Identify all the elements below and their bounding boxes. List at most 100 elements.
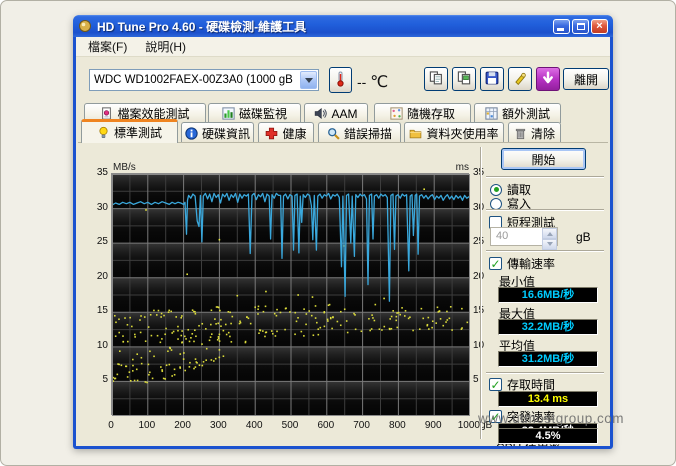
desktop-background: HD Tune Pro 4.60 - 硬碟檢測-維護工具 × 檔案(F) 說明(H… xyxy=(0,0,676,466)
titlebar[interactable]: HD Tune Pro 4.60 - 硬碟檢測-維護工具 × xyxy=(73,15,613,37)
watermark-text: www.utmostgroup.com xyxy=(478,411,624,426)
error-scan-icon xyxy=(327,127,340,140)
x-axis-tick: 900 xyxy=(413,420,453,431)
x-axis-tick: 500 xyxy=(270,420,310,431)
minimize-button[interactable] xyxy=(553,19,570,34)
menu-help[interactable]: 說明(H) xyxy=(139,37,192,56)
tab-random-access[interactable]: 隨機存取 xyxy=(374,103,471,123)
copy-image-icon xyxy=(457,71,471,88)
options-button[interactable] xyxy=(508,67,532,91)
menubar: 檔案(F) 說明(H) xyxy=(76,37,610,57)
transfer-rate-checkbox[interactable]: ✓ 傳輸速率 xyxy=(489,255,555,272)
tab-health-cross[interactable]: 健康 xyxy=(258,122,314,143)
save-icon xyxy=(485,71,499,88)
download-button[interactable] xyxy=(536,67,560,91)
drive-select-value: WDC WD1002FAEX-00Z3A0 (1000 gB xyxy=(90,74,300,86)
tab-error-scan[interactable]: 錯誤掃描 xyxy=(318,122,401,143)
menu-file[interactable]: 檔案(F) xyxy=(82,37,133,56)
tab-label: 硬碟資訊 xyxy=(202,125,250,142)
y-left-axis-unit: MB/s xyxy=(113,162,136,173)
copy-text-icon xyxy=(429,71,443,88)
maximize-button[interactable] xyxy=(572,19,589,34)
y-axis-tick-left: 15 xyxy=(88,305,108,316)
app-icon xyxy=(78,19,92,33)
min-value: 16.6MB/秒 xyxy=(498,287,598,303)
tab-label: AAM xyxy=(331,107,357,121)
chevron-down-icon[interactable] xyxy=(300,71,317,89)
drive-select[interactable]: WDC WD1002FAEX-00Z3A0 (1000 gB xyxy=(89,69,319,91)
x-axis-tick: 600 xyxy=(306,420,346,431)
tab-folder-usage[interactable]: 資料夾使用率 xyxy=(404,122,504,143)
y-axis-tick-right: 10 xyxy=(473,340,499,351)
erase-trash-icon xyxy=(514,127,527,140)
tab-disk-monitor[interactable]: 磁碟監視 xyxy=(208,103,301,123)
save-screenshot-button[interactable] xyxy=(480,67,504,91)
checkbox-checked-icon: ✓ xyxy=(489,378,502,391)
separator xyxy=(486,372,604,374)
x-axis-tick: 100 xyxy=(127,420,167,431)
x-axis-tick: 700 xyxy=(342,420,382,431)
benchmark-graph-svg xyxy=(112,174,470,416)
benchmark-graph xyxy=(111,173,469,415)
y-axis-tick-left: 10 xyxy=(88,340,108,351)
y-axis-tick-right: 15 xyxy=(473,305,499,316)
thermometer-icon xyxy=(334,71,347,90)
short-stroke-size-value: 40 xyxy=(491,228,542,245)
short-stroke-unit: gB xyxy=(576,230,591,244)
access-time-value: 13.4 ms xyxy=(498,391,598,407)
separator xyxy=(486,209,604,211)
x-axis-tick: 300 xyxy=(198,420,238,431)
y-right-axis-unit: ms xyxy=(436,162,469,173)
tab-disk-info[interactable]: 硬碟資訊 xyxy=(181,122,254,143)
copy-text-button[interactable] xyxy=(424,67,448,91)
health-cross-icon xyxy=(265,127,278,140)
close-button[interactable]: × xyxy=(591,19,608,34)
start-button[interactable]: 開始 xyxy=(501,148,586,170)
tab-label: 錯誤掃描 xyxy=(344,125,392,142)
maximize-icon xyxy=(577,23,585,30)
spin-up-icon[interactable] xyxy=(542,228,557,239)
tab-extra-tests[interactable]: 額外測試 xyxy=(474,103,561,123)
spin-down-icon[interactable] xyxy=(542,239,557,250)
panel-divider xyxy=(480,147,482,439)
window-title: HD Tune Pro 4.60 - 硬碟檢測-維護工具 xyxy=(97,18,548,35)
separator xyxy=(486,176,604,178)
benchmark-lamp-icon xyxy=(97,126,110,139)
tab-aam-speaker[interactable]: AAM xyxy=(304,103,368,123)
folder-usage-icon xyxy=(409,127,422,140)
y-axis-tick-left: 30 xyxy=(88,202,108,213)
separator xyxy=(486,250,604,252)
minimize-icon xyxy=(557,28,564,31)
tab-label: 健康 xyxy=(282,125,306,142)
tab-label: 資料夾使用率 xyxy=(426,125,498,142)
random-access-icon xyxy=(390,107,403,120)
x-axis-tick: 0 xyxy=(91,420,131,431)
checkbox-checked-icon: ✓ xyxy=(489,257,502,270)
copy-image-button[interactable] xyxy=(452,67,476,91)
download-arrow-icon xyxy=(541,71,555,88)
max-value: 32.2MB/秒 xyxy=(498,319,598,335)
temperature-button[interactable] xyxy=(329,67,352,93)
tab-benchmark-lamp[interactable]: 標準測試 xyxy=(81,119,178,143)
window-body: 檔案(F) 說明(H) WDC WD1002FAEX-00Z3A0 (1000 g… xyxy=(76,37,610,446)
aam-speaker-icon xyxy=(314,107,327,120)
y-axis-tick-right: 20 xyxy=(473,271,499,282)
radio-selected-icon xyxy=(490,184,502,196)
x-axis-tick: 200 xyxy=(163,420,203,431)
disk-info-icon xyxy=(185,127,198,140)
avg-value: 31.2MB/秒 xyxy=(498,351,598,367)
y-axis-tick-left: 25 xyxy=(88,236,108,247)
options-icon xyxy=(513,71,527,88)
temperature-readout: -- ℃ xyxy=(357,72,388,92)
disk-monitor-icon xyxy=(222,107,235,120)
tab-erase-trash[interactable]: 清除 xyxy=(508,122,561,143)
radio-unselected-icon xyxy=(490,198,502,210)
tab-label: 磁碟監視 xyxy=(239,105,287,122)
exit-button[interactable]: 離開 xyxy=(563,68,609,90)
tab-label: 標準測試 xyxy=(114,124,162,141)
tab-label: 額外測試 xyxy=(502,105,550,122)
y-axis-tick-left: 35 xyxy=(88,167,108,178)
hdtune-window: HD Tune Pro 4.60 - 硬碟檢測-維護工具 × 檔案(F) 說明(H… xyxy=(73,15,613,449)
short-stroke-size-stepper[interactable]: 40 xyxy=(490,227,558,246)
y-axis-tick-left: 5 xyxy=(88,374,108,385)
